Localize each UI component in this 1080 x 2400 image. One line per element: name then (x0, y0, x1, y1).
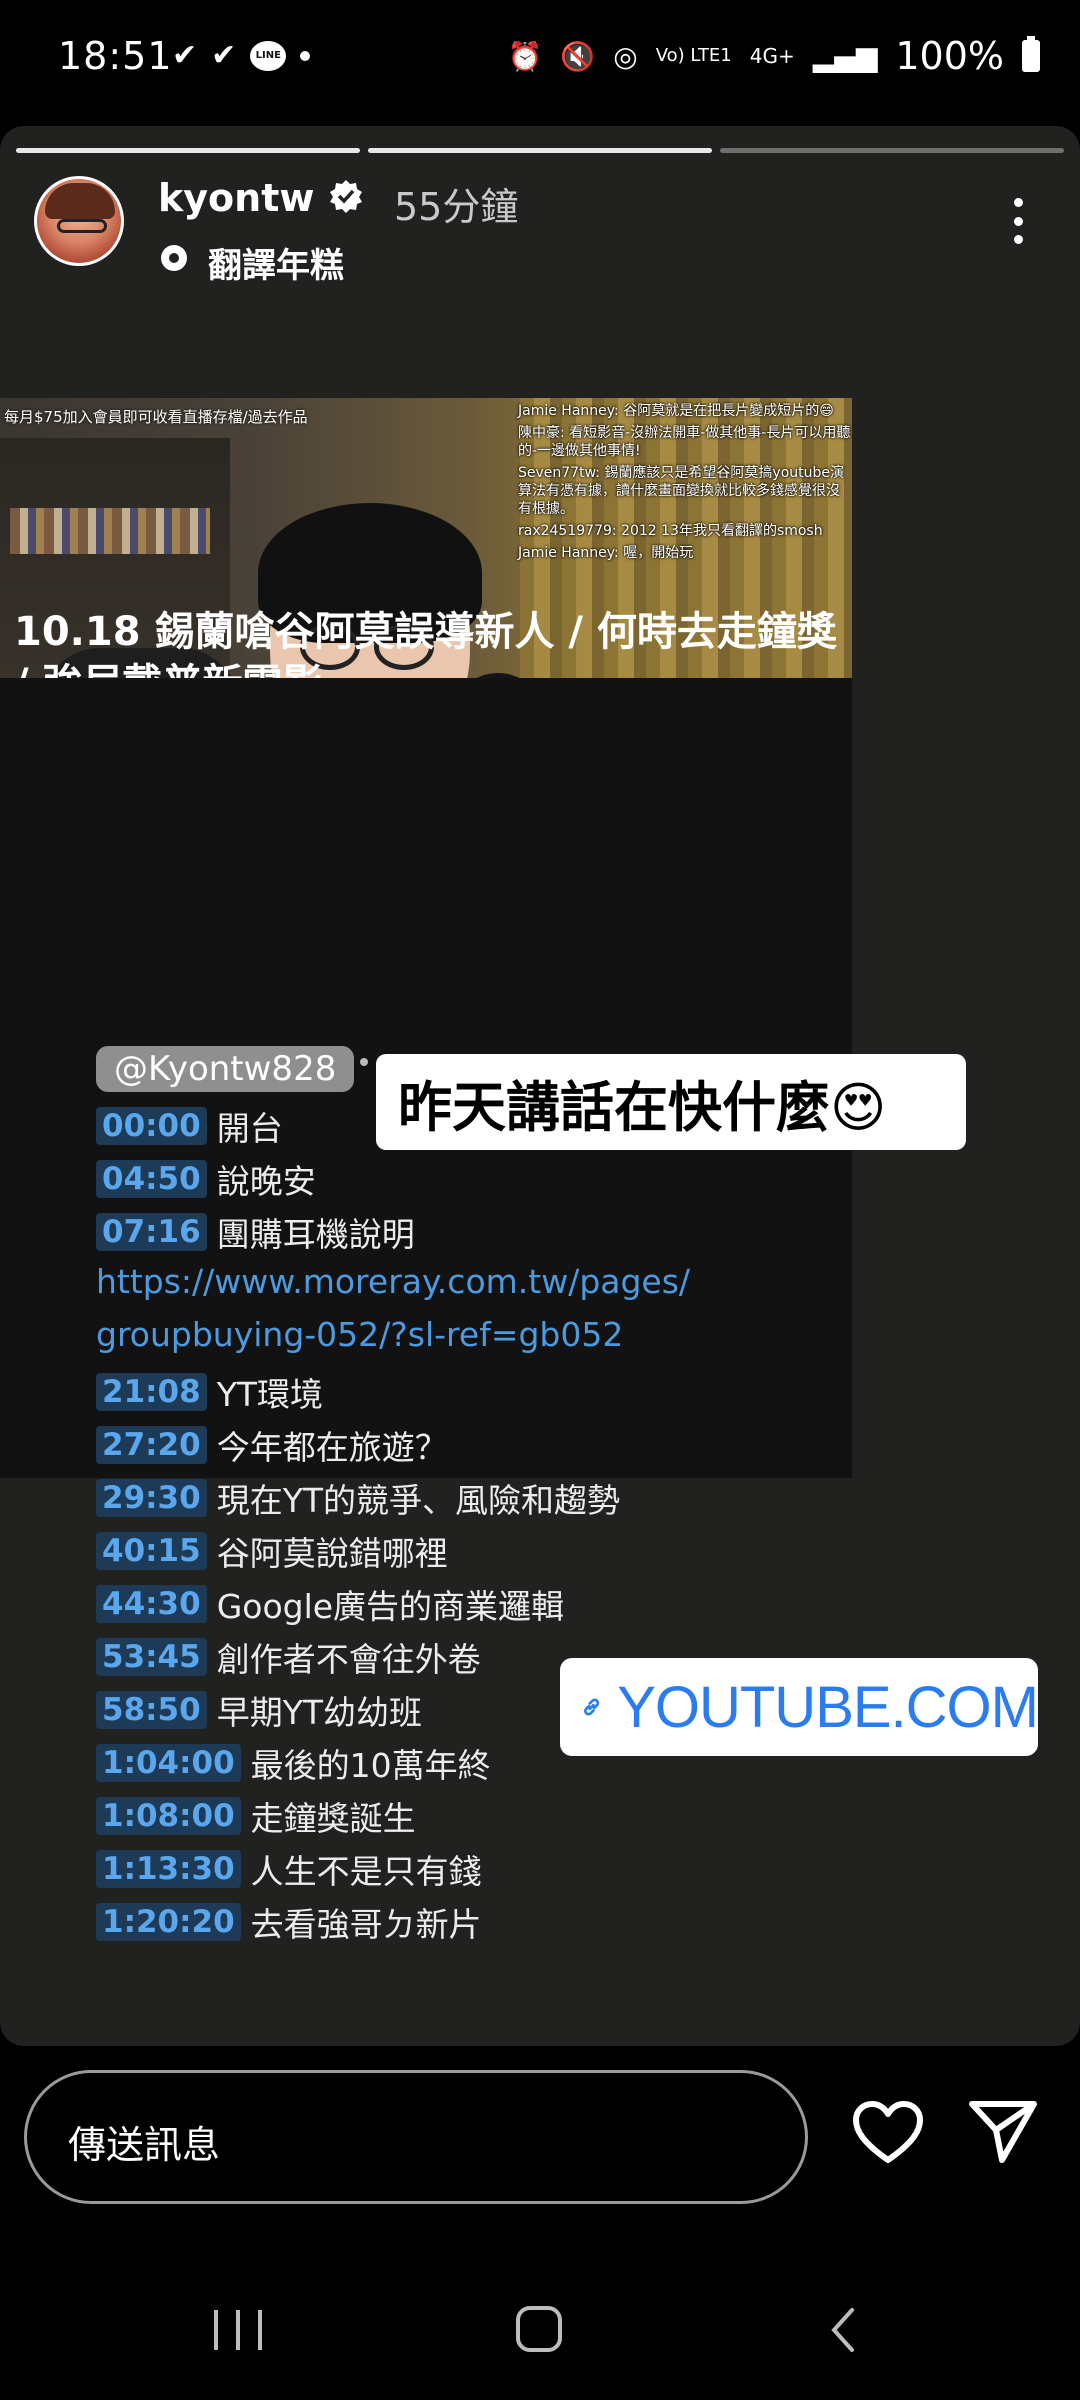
link-icon (584, 1698, 600, 1716)
battery-icon (1022, 36, 1040, 72)
recent-apps-icon[interactable] (214, 2310, 262, 2350)
home-icon[interactable] (516, 2306, 562, 2352)
message-input-placeholder: 傳送訊息 (68, 2123, 221, 2167)
chapter-label: 創作者不會往外卷 (216, 1640, 481, 1679)
back-icon[interactable] (826, 2306, 862, 2354)
chapter-label: 說晚安 (216, 1162, 316, 1201)
groupbuy-link: https://www.moreray.com.tw/pages/ (96, 1262, 691, 1301)
chapter-timestamp: 1:20:20 (96, 1903, 241, 1941)
chapter-label: Google廣告的商業邏輯 (216, 1587, 565, 1626)
post-time: 55分鐘 (394, 185, 519, 229)
chapter-label: YT環境 (216, 1375, 324, 1414)
hotspot-icon: ◎ (613, 39, 638, 73)
chapter-timestamp: 58:50 (96, 1691, 207, 1729)
chapter-timestamp: 44:30 (96, 1585, 207, 1623)
line-app-icon: LINE (250, 40, 287, 71)
chapter-timestamp: 53:45 (96, 1638, 207, 1676)
chapter-timestamp: 04:50 (96, 1160, 207, 1198)
chapter-label: 今年都在旅遊？ (216, 1428, 448, 1467)
chapter-label: 早期YT幼幼班 (216, 1693, 423, 1732)
chapter-row: 53:45 創作者不會往外卷 (96, 1635, 481, 1679)
progress-segment (16, 148, 360, 153)
chapter-row: 44:30 Google廣告的商業邏輯 (96, 1582, 564, 1626)
chapter-row: 58:50 早期YT幼幼班 (96, 1688, 422, 1732)
chapter-row: 1:13:30 人生不是只有錢 (96, 1847, 482, 1891)
volte-icon: Vo) LTE1 (655, 45, 732, 66)
live-chat: Jamie Hanney: 谷阿莫就是在把長片變成短片的😄 陳中豪: 看短影音-… (518, 402, 852, 566)
alarm-icon: ⏰ (507, 39, 543, 73)
notification-icons: ✔ ✔ LINE (172, 38, 311, 73)
chapter-timestamp: 00:00 (96, 1107, 207, 1145)
progress-segment (368, 148, 712, 153)
chapter-label: 去看強哥ㄉ新片 (250, 1905, 482, 1944)
status-bar: 18:51 ✔ ✔ LINE ⏰ 🔇 ◎ Vo) LTE1 4G+ ▂▄▆ 10… (0, 0, 1080, 120)
text-sticker: 昨天講話在快什麼😍 (376, 1054, 966, 1150)
chapter-row: 40:15 谷阿莫說錯哪裡 (96, 1529, 448, 1573)
progress-segment (720, 148, 1064, 153)
chat-message: Seven77tw: 錫蘭應該只是希望谷阿莫搞youtube演算法有憑有據，讀什… (518, 465, 845, 517)
more-options-icon[interactable] (1012, 198, 1024, 244)
chapter-timestamp: 07:16 (96, 1213, 207, 1251)
separator-dot (360, 1058, 368, 1066)
system-icons: ⏰ 🔇 ◎ Vo) LTE1 4G+ ▂▄▆ 100% (508, 34, 1040, 78)
chapter-timestamp: 1:13:30 (96, 1850, 241, 1888)
music-icon (161, 245, 187, 271)
story-progress (16, 148, 1064, 153)
avatar[interactable] (34, 176, 124, 266)
chapter-label: 谷阿莫說錯哪裡 (216, 1534, 448, 1573)
chapter-label: 人生不是只有錢 (250, 1852, 482, 1891)
link-sticker[interactable]: YOUTUBE.COM (560, 1658, 1039, 1756)
chapter-label: 團購耳機說明 (216, 1215, 415, 1254)
check-icon: ✔ (172, 38, 198, 73)
chapter-timestamp: 1:04:00 (96, 1744, 241, 1782)
chapter-row: 00:00 開台 (96, 1104, 283, 1148)
link-sticker-label: YOUTUBE.COM (617, 1674, 1039, 1740)
groupbuy-link: groupbuying-052/?sl-ref=gb052 (96, 1315, 624, 1354)
chapter-timestamp: 40:15 (96, 1532, 207, 1570)
video-overlay-note: 每月$75加入會員即可收看直播存檔/過去作品 (4, 408, 308, 426)
username[interactable]: kyontw (158, 176, 314, 220)
verified-badge-icon (330, 180, 362, 213)
status-time: 18:51 (58, 34, 173, 78)
chapter-label: 走鐘獎誕生 (250, 1799, 416, 1838)
chapter-row: 1:08:00 走鐘獎誕生 (96, 1794, 416, 1838)
check-icon: ✔ (211, 38, 237, 73)
channel-handle-chip: @Kyontw828 (96, 1046, 355, 1092)
dot-icon (300, 50, 311, 61)
chapter-label: 現在YT的競爭、風險和趨勢 (216, 1481, 621, 1520)
send-icon[interactable] (968, 2098, 1038, 2164)
chat-message: Jamie Hanney: 喔，開始玩 (518, 545, 694, 561)
chapter-timestamp: 27:20 (96, 1426, 207, 1464)
chapter-row: 27:20 今年都在旅遊？ (96, 1423, 448, 1467)
chat-message: Jamie Hanney: 谷阿莫就是在把長片變成短片的😄 (518, 403, 834, 419)
heart-icon[interactable] (852, 2100, 924, 2166)
chapter-row: 29:30 現在YT的競爭、風險和趨勢 (96, 1476, 620, 1520)
music-label[interactable]: 翻譯年糕 (208, 238, 344, 287)
chapter-row: 1:20:20 去看強哥ㄉ新片 (96, 1900, 482, 1944)
mute-icon: 🔇 (560, 39, 596, 73)
chat-message: 陳中豪: 看短影音-沒辦法開車-做其他事-長片可以用聽的-一邊做其他事情! (518, 425, 851, 459)
chat-message: rax24519779: 2012 13年我只看翻譯的smosh (518, 523, 823, 539)
chapter-timestamp: 29:30 (96, 1479, 207, 1517)
signal-icon: ▂▄▆ (812, 39, 878, 73)
chapter-row: 04:50 說晚安 (96, 1157, 316, 1201)
data-icon: 4G+ (749, 44, 795, 68)
chapter-timestamp: 1:08:00 (96, 1797, 241, 1835)
chapter-label: 開台 (216, 1109, 283, 1148)
battery-percent: 100% (895, 34, 1004, 78)
chapter-row: 07:16 團購耳機說明 (96, 1210, 415, 1254)
chapter-label: 最後的10萬年終 (250, 1746, 491, 1785)
chapter-timestamp: 21:08 (96, 1373, 207, 1411)
chapter-row: 21:08 YT環境 (96, 1370, 323, 1414)
chapter-row: 1:04:00 最後的10萬年終 (96, 1741, 491, 1785)
